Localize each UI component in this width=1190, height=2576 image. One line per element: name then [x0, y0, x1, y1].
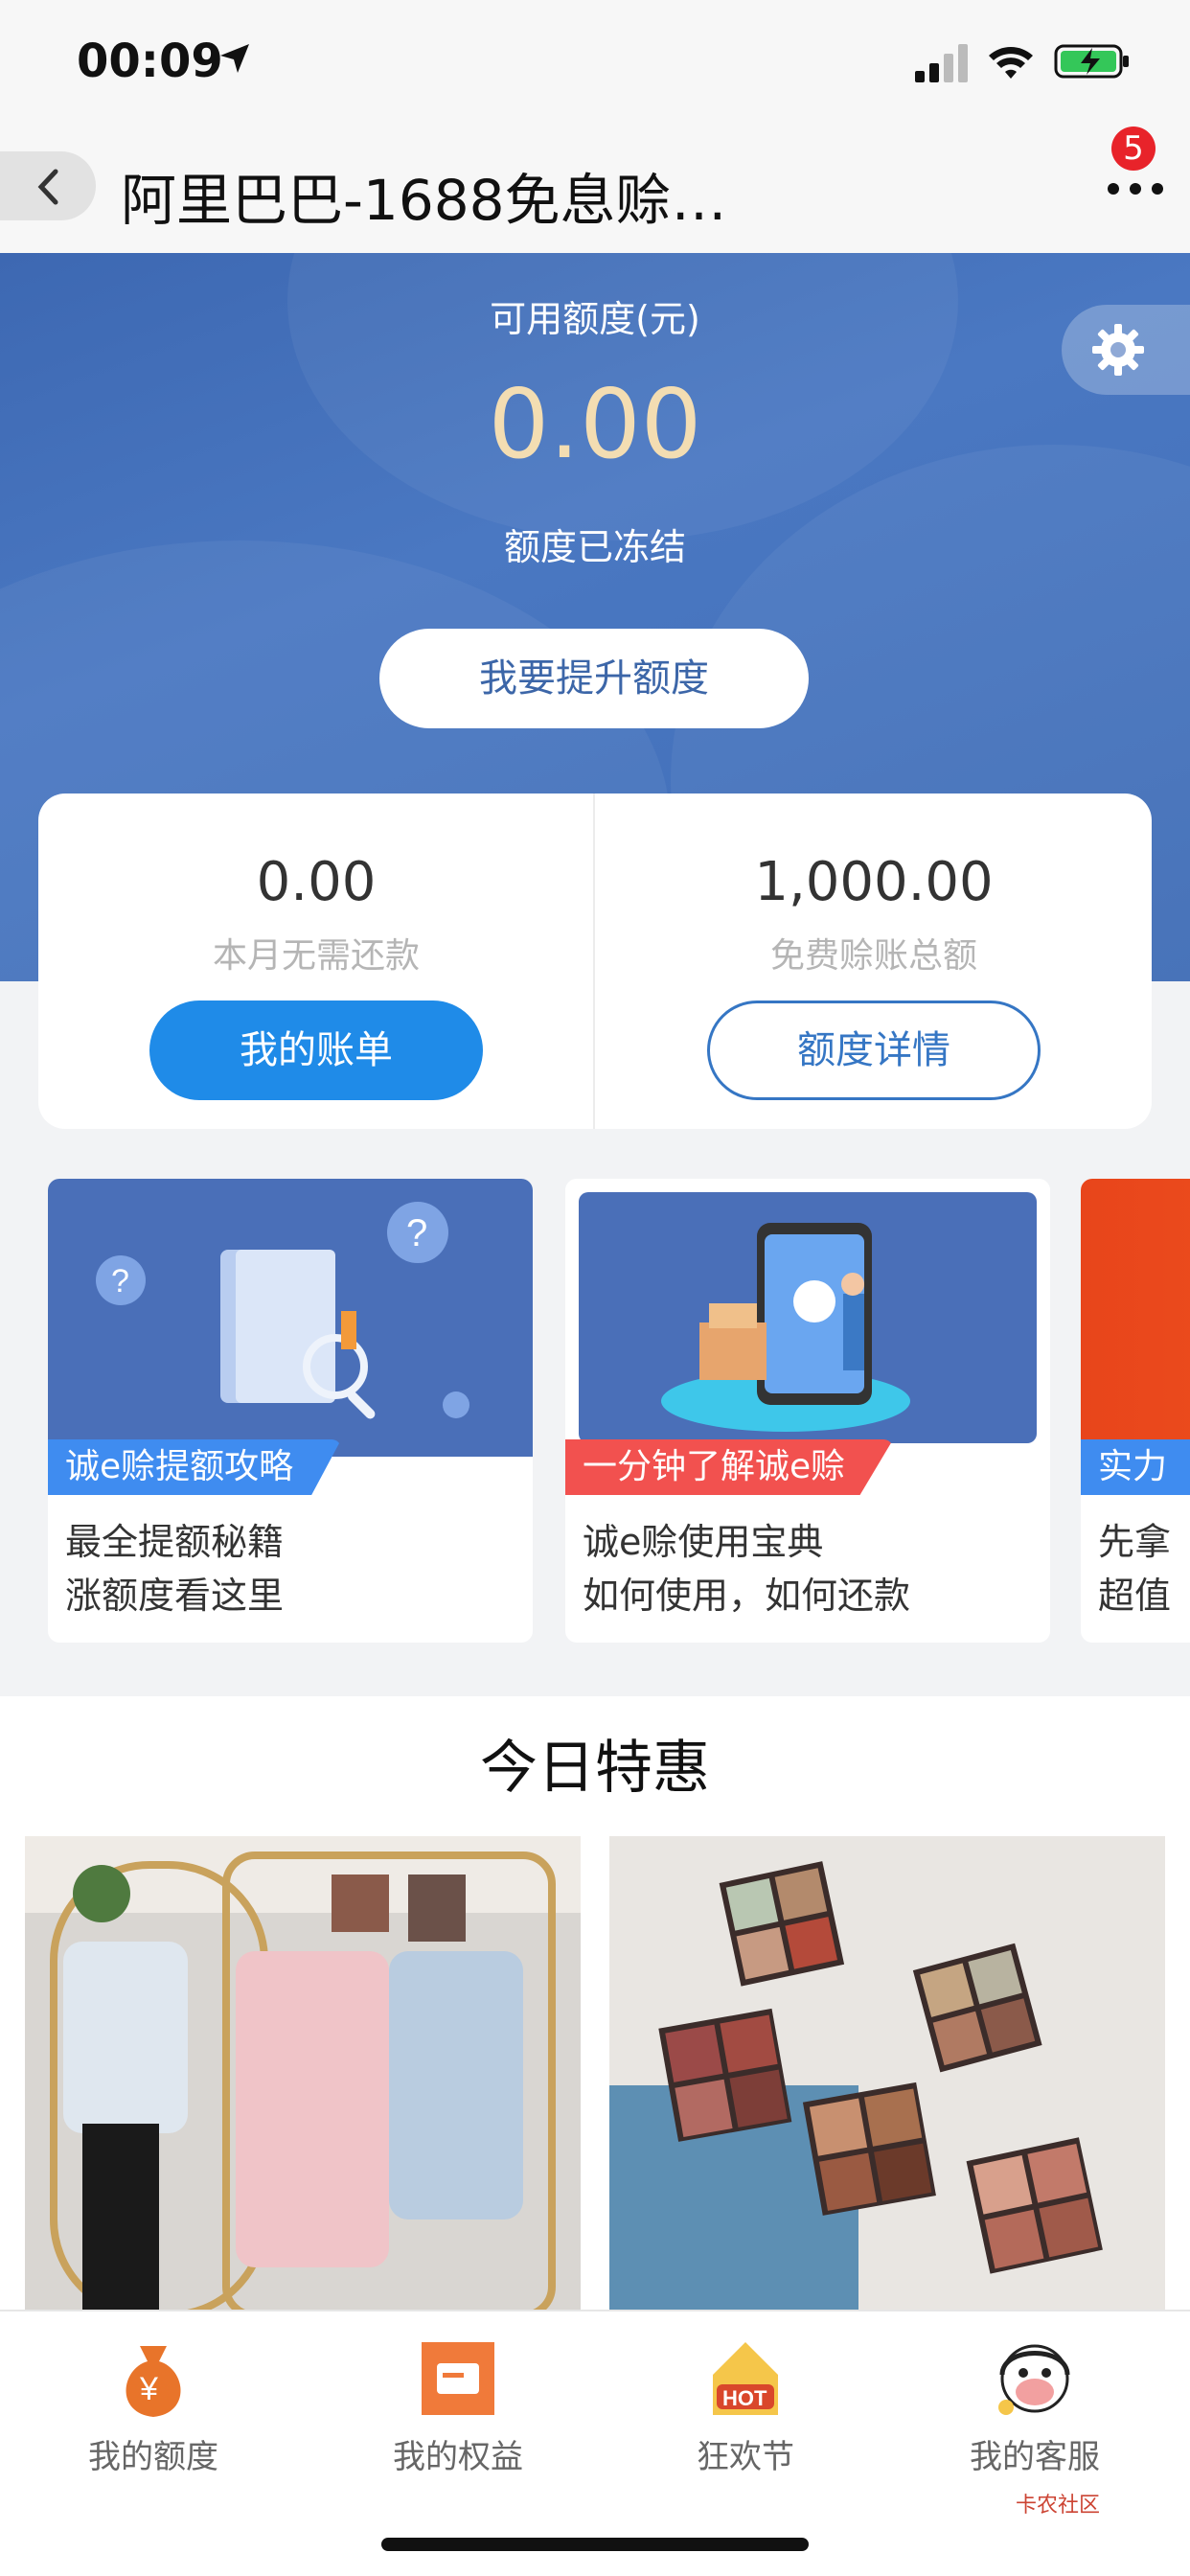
promo-tag: 实力: [1081, 1439, 1190, 1495]
notification-badge: 5: [1111, 126, 1156, 171]
available-credit-label: 可用额度(元): [490, 298, 700, 340]
today-deals-heading: 今日特惠: [480, 1735, 710, 1802]
tab-carnival[interactable]: HOT 狂欢节: [621, 2331, 870, 2476]
back-button[interactable]: [0, 151, 96, 220]
promo-tag: 诚e赊提额攻略: [48, 1439, 342, 1495]
money-bag-icon: ¥: [126, 2346, 181, 2417]
promo-subtitle: 涨额度看这里: [65, 1575, 285, 1617]
gear-icon: [1092, 324, 1144, 376]
more-menu-icon[interactable]: [1102, 174, 1169, 203]
customer-service-icon: [998, 2344, 1070, 2415]
monthly-repayment-value: 0.00: [256, 851, 377, 913]
cellular-signal-icon: [915, 44, 968, 82]
promo-card-intro[interactable]: 一分钟了解诚e赊 诚e赊使用宝典 如何使用，如何还款: [565, 1179, 1050, 1643]
total-credit-value: 1,000.00: [754, 851, 994, 913]
promo-image: [1081, 1179, 1190, 1457]
credit-details-button[interactable]: 额度详情: [707, 1000, 1041, 1100]
divider: [593, 794, 595, 1129]
tab-my-benefits[interactable]: 我的权益: [333, 2331, 583, 2476]
home-indicator-area: 卡农社区: [0, 2478, 1190, 2576]
chevron-left-icon: [37, 169, 58, 205]
promo-carousel[interactable]: ? ? 诚e赊提额攻略 最全提额秘籍 涨额度看这里 一分钟了解诚e赊 诚e赊使用…: [0, 1169, 1190, 1648]
promo-image: ? ?: [48, 1179, 533, 1457]
deal-item-coats[interactable]: [25, 1836, 581, 2315]
svg-text:HOT: HOT: [722, 2386, 767, 2410]
tab-label: 我的权益: [393, 2438, 523, 2476]
tab-my-credit[interactable]: ¥ 我的额度: [29, 2331, 278, 2476]
promo-title: 先拿: [1098, 1521, 1172, 1563]
page-title: 阿里巴巴-1688免息赊…: [121, 168, 727, 233]
battery-charging-icon: [1054, 44, 1129, 79]
my-bill-button[interactable]: 我的账单: [149, 1000, 483, 1100]
tab-label: 我的额度: [88, 2438, 218, 2476]
home-indicator[interactable]: [381, 2538, 809, 2551]
promo-tag: 一分钟了解诚e赊: [565, 1439, 894, 1495]
total-credit-label: 免费赊账总额: [769, 936, 977, 976]
watermark: 卡农社区: [1016, 2494, 1101, 2518]
total-credit-section: 1,000.00 免费赊账总额 额度详情: [596, 794, 1152, 1129]
available-credit-amount: 0.00: [488, 368, 702, 480]
bottom-tab-bar: ¥ 我的额度 我的权益 HOT 狂欢节 我的客服: [0, 2310, 1190, 2478]
promo-subtitle: 超值: [1098, 1575, 1172, 1617]
tab-customer-service[interactable]: 我的客服: [910, 2331, 1159, 2476]
hot-icon: HOT: [713, 2342, 778, 2415]
billing-summary-card: 0.00 本月无需还款 我的账单 1,000.00 免费赊账总额 额度详情: [38, 794, 1152, 1129]
credit-status: 额度已冻结: [503, 526, 686, 568]
promo-card-credit-guide[interactable]: ? ? 诚e赊提额攻略 最全提额秘籍 涨额度看这里: [48, 1179, 533, 1643]
promo-image: [565, 1179, 1050, 1457]
wifi-icon: [989, 47, 1033, 79]
svg-text:?: ?: [406, 1212, 427, 1254]
status-time: 00:09: [77, 34, 223, 88]
status-bar: 00:09: [0, 0, 1190, 126]
monthly-repayment-section: 0.00 本月无需还款 我的账单: [38, 794, 594, 1129]
svg-text:¥: ¥: [139, 2371, 158, 2407]
today-deals-section: 今日特惠: [0, 1696, 1190, 2315]
promo-title: 诚e赊使用宝典: [583, 1521, 824, 1563]
phone-delivery-illustration: [579, 1192, 1037, 1443]
svg-text:?: ?: [111, 1263, 129, 1300]
settings-button[interactable]: [1062, 305, 1190, 395]
raise-credit-button[interactable]: 我要提升额度: [379, 629, 809, 728]
eyeshadow-palettes-photo: [609, 1836, 1165, 2315]
promo-subtitle: 如何使用，如何还款: [583, 1575, 911, 1617]
location-arrow-icon: [220, 44, 249, 73]
deal-item-eyeshadow[interactable]: [609, 1836, 1165, 2315]
tab-label: 我的客服: [970, 2438, 1100, 2476]
coats-rack-photo: [25, 1836, 581, 2315]
tab-label: 狂欢节: [697, 2438, 794, 2476]
promo-title: 最全提额秘籍: [65, 1521, 285, 1563]
coupon-icon: [422, 2342, 494, 2415]
monthly-repayment-label: 本月无需还款: [212, 936, 420, 976]
navigation-bar: 阿里巴巴-1688免息赊… 5: [0, 126, 1190, 253]
book-magnifier-illustration: ? ?: [96, 1202, 469, 1419]
promo-card-partial[interactable]: 实力 先拿 超值: [1081, 1179, 1190, 1643]
